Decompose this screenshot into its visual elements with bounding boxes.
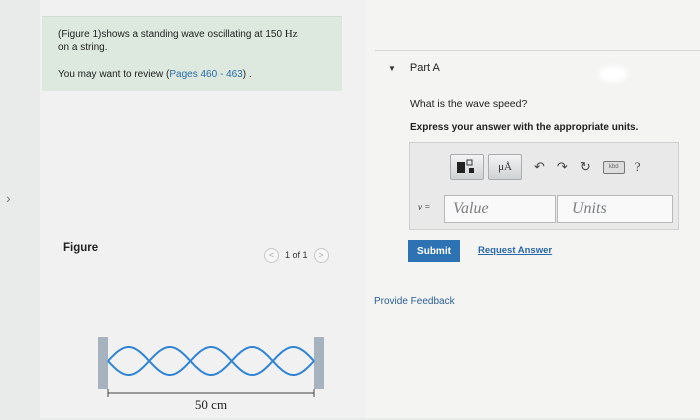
request-answer-link[interactable]: Request Answer (478, 245, 552, 256)
standing-wave-figure: 50 cm (98, 335, 330, 415)
part-divider (375, 50, 700, 51)
figure-pager: < 1 of 1 > (264, 246, 344, 264)
figure-page-count: 1 of 1 (285, 250, 308, 260)
right-post (314, 337, 324, 389)
units-button[interactable]: μÅ (488, 154, 522, 180)
left-post (98, 337, 108, 389)
frequency-unit: Hz (284, 28, 298, 40)
answer-input-box: μÅ ↶ ↷ ↻ kbd ? v = Value Units (409, 142, 679, 230)
redo-icon[interactable]: ↷ (557, 159, 568, 175)
review-pages-link[interactable]: Pages 460 - 463 (169, 69, 242, 80)
templates-button[interactable] (450, 154, 484, 180)
value-input[interactable]: Value (444, 195, 556, 223)
problem-statement-suffix: on a string. (58, 42, 108, 53)
units-input[interactable]: Units (557, 195, 673, 223)
review-prefix: You may want to review ( (58, 69, 170, 80)
standing-wave-diagram: 50 cm (98, 337, 324, 412)
problem-statement-text: (Figure 1)shows a standing wave oscillat… (58, 29, 285, 40)
figure-heading: Figure (63, 242, 99, 254)
length-label: 50 cm (195, 397, 227, 412)
help-icon[interactable]: ? (635, 159, 641, 175)
previous-figure-button[interactable]: < (264, 247, 279, 263)
chevron-right-icon[interactable]: › (6, 190, 11, 206)
screen-glare (598, 66, 628, 82)
review-note: You may want to review (Pages 460 - 463)… (58, 69, 252, 80)
keyboard-icon[interactable]: kbd (602, 160, 625, 174)
answer-instruction: Express your answer with the appropriate… (410, 122, 639, 133)
variable-label: v = (418, 202, 431, 212)
review-suffix: ) . (242, 69, 252, 80)
provide-feedback-link[interactable]: Provide Feedback (374, 296, 455, 307)
undo-icon[interactable]: ↶ (534, 159, 545, 175)
math-toolbar: μÅ ↶ ↷ ↻ kbd ? (450, 152, 641, 182)
question-text: What is the wave speed? (410, 98, 528, 110)
problem-statement: (Figure 1)shows a standing wave oscillat… (58, 28, 338, 54)
submit-button[interactable]: Submit (408, 240, 460, 262)
part-a-header[interactable]: ▼ Part A (388, 62, 440, 74)
problem-intro: (Figure 1)shows a standing wave oscillat… (42, 16, 342, 91)
templates-icon (457, 159, 474, 173)
next-figure-button[interactable]: > (313, 247, 329, 263)
part-title: Part A (409, 62, 440, 74)
collapse-caret-icon[interactable]: ▼ (388, 64, 396, 73)
reset-icon[interactable]: ↻ (580, 159, 591, 175)
